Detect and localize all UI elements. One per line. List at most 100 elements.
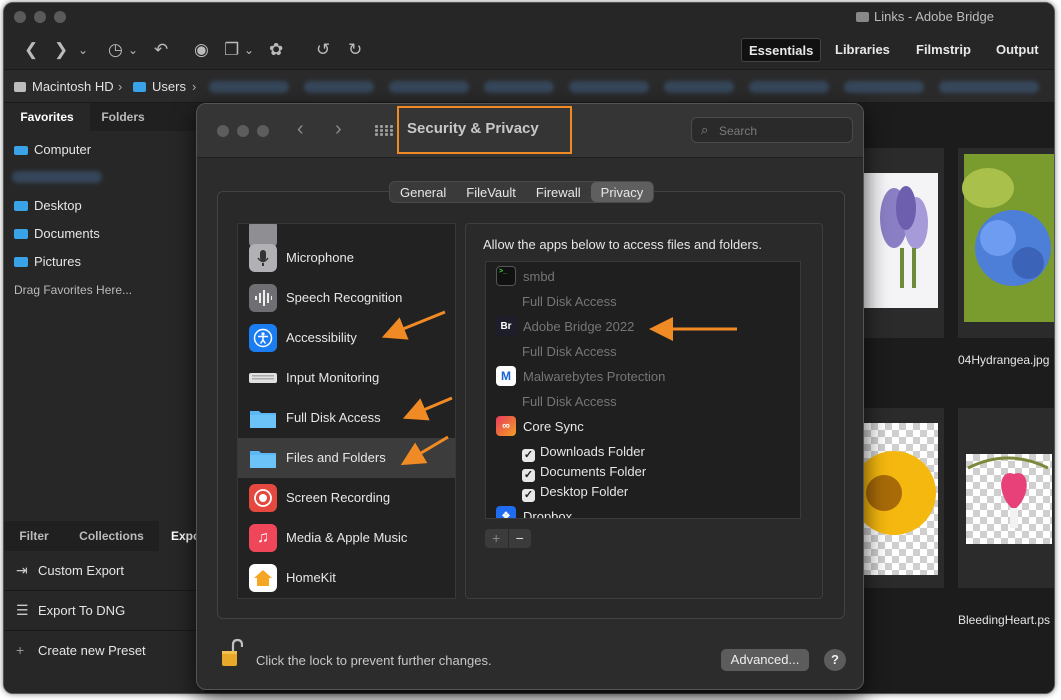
sp-minimize-button[interactable] <box>237 125 249 137</box>
app-permission: Full Disk Access <box>522 294 617 309</box>
forward-icon[interactable]: › <box>335 118 342 141</box>
bridge-toolbar: ❮ ❯ ⌄ ◷ ⌄ ↶ ◉ ❐ ⌄ ✿ ↺ ↻ Essentials Libra… <box>4 31 1054 69</box>
sidebar-item-media-apple-music[interactable]: ♫ Media & Apple Music <box>238 518 455 558</box>
thumbnail-bleeding-heart[interactable] <box>958 408 1054 588</box>
workspace-output[interactable]: Output <box>989 38 1046 62</box>
app-list[interactable]: >_ smbd Full Disk Access Br Adobe Bridge… <box>485 261 801 519</box>
favorite-pictures[interactable]: Pictures <box>14 254 81 269</box>
chevron-down-icon[interactable]: ⌄ <box>244 43 254 57</box>
chevron-right-icon: › <box>118 79 123 94</box>
sidebar-item-microphone[interactable]: Microphone <box>238 238 455 278</box>
breadcrumb-hd[interactable]: Macintosh HD <box>14 79 114 94</box>
checkbox-downloads-folder[interactable]: ✓ Downloads Folder <box>522 444 645 462</box>
bleeding-heart-image <box>967 456 1049 528</box>
blurred-crumb <box>389 81 469 93</box>
sp-tab-bar: General FileVault Firewall Privacy <box>389 181 655 203</box>
adobe-bridge-icon: Br <box>496 316 516 336</box>
show-all-grid-icon[interactable] <box>375 125 393 137</box>
keyboard-icon <box>249 364 277 392</box>
folder-icon <box>249 444 277 472</box>
thumbnail-hydrangea[interactable] <box>958 148 1054 338</box>
favorite-computer[interactable]: Computer <box>14 142 91 157</box>
lock-icon[interactable] <box>221 638 244 668</box>
thumb-label: BleedingHeart.ps <box>958 613 1051 627</box>
chevron-down-icon[interactable]: ⌄ <box>78 43 88 57</box>
thumbnail-sunflower[interactable] <box>864 408 944 588</box>
blurred-crumb <box>304 81 374 93</box>
export-new-preset[interactable]: + Create new Preset <box>4 631 204 671</box>
app-permission: Full Disk Access <box>522 394 617 409</box>
refine-icon[interactable]: ❐ <box>224 40 239 60</box>
waveform-icon <box>249 284 277 312</box>
return-icon[interactable]: ↶ <box>154 40 168 60</box>
chevron-down-icon[interactable]: ⌄ <box>128 43 138 57</box>
search-input[interactable] <box>719 122 844 140</box>
blurred-favorite <box>12 171 102 183</box>
remove-button[interactable]: − <box>507 529 532 548</box>
export-dng[interactable]: ☰ Export To DNG <box>4 591 204 631</box>
minimize-button[interactable] <box>34 11 46 23</box>
zoom-button[interactable] <box>54 11 66 23</box>
blurred-crumb <box>749 81 829 93</box>
core-sync-icon: ∞ <box>496 416 516 436</box>
tab-filevault[interactable]: FileVault <box>456 182 526 202</box>
checkbox-desktop-folder[interactable]: ✓ Desktop Folder <box>522 484 628 502</box>
back-icon[interactable]: ❮ <box>24 40 38 60</box>
sidebar-item-full-disk-access[interactable]: Full Disk Access <box>238 398 455 438</box>
forward-icon[interactable]: ❯ <box>54 40 68 60</box>
favorite-desktop[interactable]: Desktop <box>14 198 82 213</box>
hydrangea-image <box>962 154 1054 322</box>
folder-icon <box>14 229 28 239</box>
search-field[interactable]: ⌕ <box>691 117 853 143</box>
add-remove-control: + − <box>485 529 531 548</box>
close-button[interactable] <box>14 11 26 23</box>
tab-privacy[interactable]: Privacy <box>590 182 654 202</box>
sidebar-item-accessibility[interactable]: Accessibility <box>238 318 455 358</box>
camera-icon[interactable]: ◉ <box>194 40 209 60</box>
sidebar-item-homekit[interactable]: HomeKit <box>238 558 455 598</box>
rotate-right-icon[interactable]: ↻ <box>348 40 362 60</box>
computer-icon <box>14 146 28 155</box>
panel-tabs: Favorites Folders <box>4 103 204 131</box>
security-privacy-window: ‹ › Security & Privacy ⌕ General FileVau… <box>196 103 864 690</box>
breadcrumb-users[interactable]: Users <box>133 79 186 94</box>
crocus-image <box>864 173 938 308</box>
workspace-essentials[interactable]: Essentials <box>741 38 822 62</box>
pane-description: Allow the apps below to access files and… <box>483 237 762 252</box>
tab-firewall[interactable]: Firewall <box>526 182 591 202</box>
sidebar-item-speech-recognition[interactable]: Speech Recognition <box>238 278 455 318</box>
home-icon <box>249 564 277 592</box>
privacy-sidebar: Microphone Speech Recognition Accessibil… <box>237 223 456 599</box>
back-icon[interactable]: ‹ <box>297 118 304 141</box>
sidebar-item-input-monitoring[interactable]: Input Monitoring <box>238 358 455 398</box>
tab-filter[interactable]: Filter <box>4 521 64 551</box>
tab-folders[interactable]: Folders <box>90 103 156 131</box>
export-custom[interactable]: ⇥ Custom Export <box>4 551 204 591</box>
folder-icon <box>14 257 28 267</box>
checkbox-documents-folder[interactable]: ✓ Documents Folder <box>522 464 646 482</box>
recent-icon[interactable]: ◷ <box>108 40 123 60</box>
blurred-crumb <box>209 81 289 93</box>
sp-zoom-button[interactable] <box>257 125 269 137</box>
favorite-documents[interactable]: Documents <box>14 226 100 241</box>
sidebar-item-files-and-folders[interactable]: Files and Folders <box>238 438 455 478</box>
sp-close-button[interactable] <box>217 125 229 137</box>
advanced-button[interactable]: Advanced... <box>721 649 809 671</box>
tab-general[interactable]: General <box>390 182 456 202</box>
list-icon: ☰ <box>16 602 29 618</box>
malwarebytes-icon: M <box>496 366 516 386</box>
sidebar-item-screen-recording[interactable]: Screen Recording <box>238 478 455 518</box>
thumbnail-crocus[interactable] <box>864 148 944 338</box>
tab-favorites[interactable]: Favorites <box>4 103 90 131</box>
help-button[interactable]: ? <box>824 649 846 671</box>
workspace-filmstrip[interactable]: Filmstrip <box>909 38 978 62</box>
folder-icon <box>856 12 870 22</box>
workspace-libraries[interactable]: Libraries <box>828 38 897 62</box>
accessibility-icon <box>249 324 277 352</box>
window-title: Links - Adobe Bridge <box>856 9 994 24</box>
sp-titlebar: ‹ › Security & Privacy ⌕ <box>197 104 863 158</box>
rotate-left-icon[interactable]: ↺ <box>316 40 330 60</box>
add-button[interactable]: + <box>485 529 508 548</box>
tab-collections[interactable]: Collections <box>64 521 159 551</box>
creative-cloud-icon[interactable]: ✿ <box>269 40 283 60</box>
